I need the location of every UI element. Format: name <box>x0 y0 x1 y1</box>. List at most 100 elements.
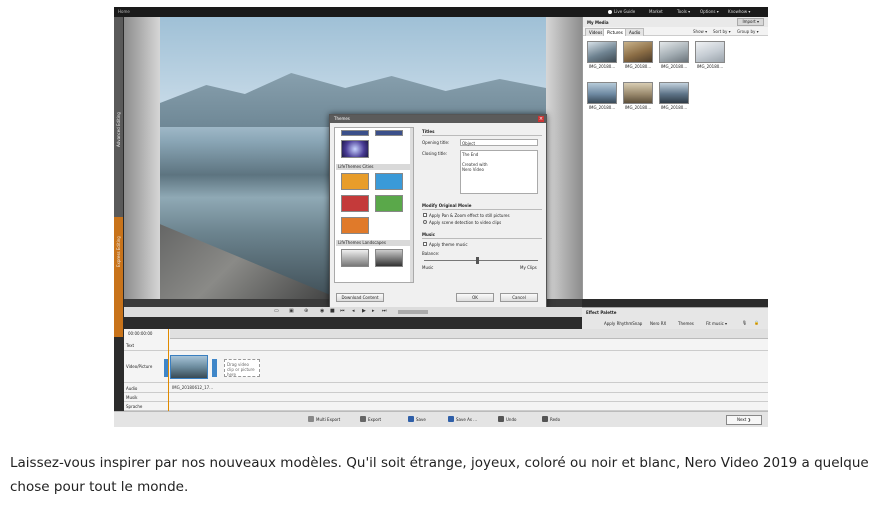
closing-title-label: Closing title: <box>422 151 448 156</box>
export-button[interactable]: Export <box>360 416 381 422</box>
mic-icon[interactable]: 🎙 <box>742 320 747 325</box>
express-editing-label: Express Editing <box>116 236 121 267</box>
dialog-title-bar: Themes × <box>330 115 546 123</box>
balance-slider-thumb[interactable] <box>476 257 479 264</box>
action-bar: Multi Export Export Save Save As ... Und… <box>114 411 768 427</box>
timeline: 00:00:00:00 Text Video/Picture Audio Mus… <box>124 329 768 411</box>
advanced-editing-tab[interactable]: Advanced Editing <box>114 17 123 217</box>
fit-music-button[interactable]: Fit music ▾ <box>706 321 727 326</box>
theme-thumbnail[interactable] <box>341 195 369 212</box>
media-thumbnail[interactable] <box>623 41 653 63</box>
media-thumbnail[interactable] <box>587 82 617 104</box>
media-thumbnail[interactable] <box>659 82 689 104</box>
monitor-icon[interactable]: ▭ <box>274 308 279 314</box>
save-label: Save <box>416 416 426 422</box>
save-as-label: Save As ... <box>456 416 477 422</box>
import-button[interactable]: Import ▾ <box>737 18 764 26</box>
balance-label: Balance: <box>422 251 440 256</box>
nero-rx-button[interactable]: Nero RX <box>650 321 666 326</box>
themes-button[interactable]: Themes <box>678 321 694 326</box>
track-label: Text <box>126 343 135 348</box>
timeline-ruler[interactable] <box>170 329 768 339</box>
effect-palette-title: Effect Palette <box>586 310 617 315</box>
sort-by-dropdown[interactable]: Sort by ▾ <box>713 29 731 34</box>
prev-frame-icon[interactable]: ⏮ <box>340 308 345 314</box>
next-button[interactable]: Next ❯ <box>726 415 762 425</box>
clip-label: IMG_20180612_17... <box>172 385 213 390</box>
rhythmsnap-button[interactable]: Apply RhythmSnap <box>604 321 642 326</box>
opening-title-input[interactable]: Object <box>460 139 538 146</box>
menu-options[interactable]: Options ▾ <box>700 9 719 14</box>
music-header: Music <box>422 232 435 237</box>
theme-thumbnail[interactable] <box>341 130 369 136</box>
save-button[interactable]: Save <box>408 416 426 422</box>
menu-live-guide[interactable]: Live Guide <box>614 9 635 14</box>
redo-button[interactable]: Redo <box>542 416 560 422</box>
tab-audio[interactable]: Audio <box>625 28 645 36</box>
redo-label: Redo <box>550 416 561 422</box>
theme-music-checkbox[interactable] <box>423 242 427 246</box>
scene-detection-radio[interactable] <box>423 220 427 224</box>
theme-list: LifeThemes Cities LifeThemes Landscapes <box>334 127 414 283</box>
modify-movie-header: Modify Original Movie <box>422 203 472 208</box>
balance-music-label: Music <box>422 265 434 270</box>
theme-thumbnail[interactable] <box>341 173 369 190</box>
aspect-icon[interactable]: ▣ <box>289 308 294 314</box>
theme-list-scrollbar[interactable] <box>410 128 413 282</box>
drop-zone[interactable]: Drag video clip or picture here <box>224 359 260 377</box>
download-content-button[interactable]: Download Content <box>336 293 384 302</box>
home-label[interactable]: Home <box>118 9 130 14</box>
theme-thumbnail[interactable] <box>341 140 369 158</box>
titles-header: Titles <box>422 129 435 134</box>
live-guide-icon <box>608 10 612 14</box>
close-icon[interactable]: × <box>538 116 544 122</box>
undo-button[interactable]: Undo <box>498 416 516 422</box>
ok-button[interactable]: OK <box>456 293 494 302</box>
next-frame-icon[interactable]: ⏭ <box>382 308 387 314</box>
theme-thumbnail[interactable] <box>375 173 403 190</box>
menu-knowhow[interactable]: Knowhow ▾ <box>728 9 750 14</box>
clip-trim-handle-right[interactable] <box>212 359 217 377</box>
show-dropdown[interactable]: Show ▾ <box>693 29 707 34</box>
group-by-dropdown[interactable]: Group by ▾ <box>737 29 759 34</box>
step-forward-icon[interactable]: ▸ <box>372 308 375 314</box>
theme-thumbnail[interactable] <box>341 217 369 234</box>
cancel-button[interactable]: Cancel <box>500 293 538 302</box>
balance-slider-track[interactable] <box>424 260 538 261</box>
media-thumbnail[interactable] <box>659 41 689 63</box>
express-editing-tab[interactable]: Express Editing <box>114 217 123 337</box>
zoom-icon[interactable]: ⊕ <box>304 308 308 314</box>
category-cities[interactable]: LifeThemes Cities <box>336 164 412 170</box>
menu-market[interactable]: Market <box>649 9 663 14</box>
dock-shape <box>160 224 340 299</box>
menu-tools[interactable]: Tools ▾ <box>677 9 690 14</box>
snapshot-icon[interactable]: ◉ <box>320 308 324 314</box>
media-thumbnail[interactable] <box>587 41 617 63</box>
tab-pictures[interactable]: Pictures <box>603 28 627 36</box>
scene-detection-label: Apply scene detection to video clips <box>429 220 502 225</box>
closing-title-input[interactable]: The End Created with Nero Video <box>460 150 538 194</box>
volume-slider[interactable] <box>398 310 428 314</box>
media-thumbnail[interactable] <box>623 82 653 104</box>
save-as-button[interactable]: Save As ... <box>448 416 477 422</box>
lock-icon[interactable]: 🔒 <box>754 320 759 325</box>
media-thumbnail-label: IMG_20180... <box>660 64 688 69</box>
multi-export-button[interactable]: Multi Export <box>308 416 340 422</box>
play-icon[interactable]: ▶ <box>362 308 366 314</box>
theme-thumbnail[interactable] <box>375 249 403 267</box>
playhead[interactable] <box>168 329 169 411</box>
opening-title-label: Opening title: <box>422 140 450 145</box>
pan-zoom-checkbox[interactable] <box>423 213 427 217</box>
category-landscapes[interactable]: LifeThemes Landscapes <box>336 240 412 246</box>
theme-thumbnail[interactable] <box>341 249 369 267</box>
theme-thumbnail[interactable] <box>375 130 403 136</box>
export-icon <box>360 416 366 422</box>
stop-icon[interactable]: ■ <box>330 308 335 314</box>
video-clip[interactable] <box>170 355 208 379</box>
cancel-label: Cancel <box>512 295 526 300</box>
track-label: Musik <box>126 395 138 400</box>
media-title: My Media <box>587 20 609 25</box>
theme-thumbnail[interactable] <box>375 195 403 212</box>
media-thumbnail[interactable] <box>695 41 725 63</box>
step-back-icon[interactable]: ◂ <box>352 308 355 314</box>
